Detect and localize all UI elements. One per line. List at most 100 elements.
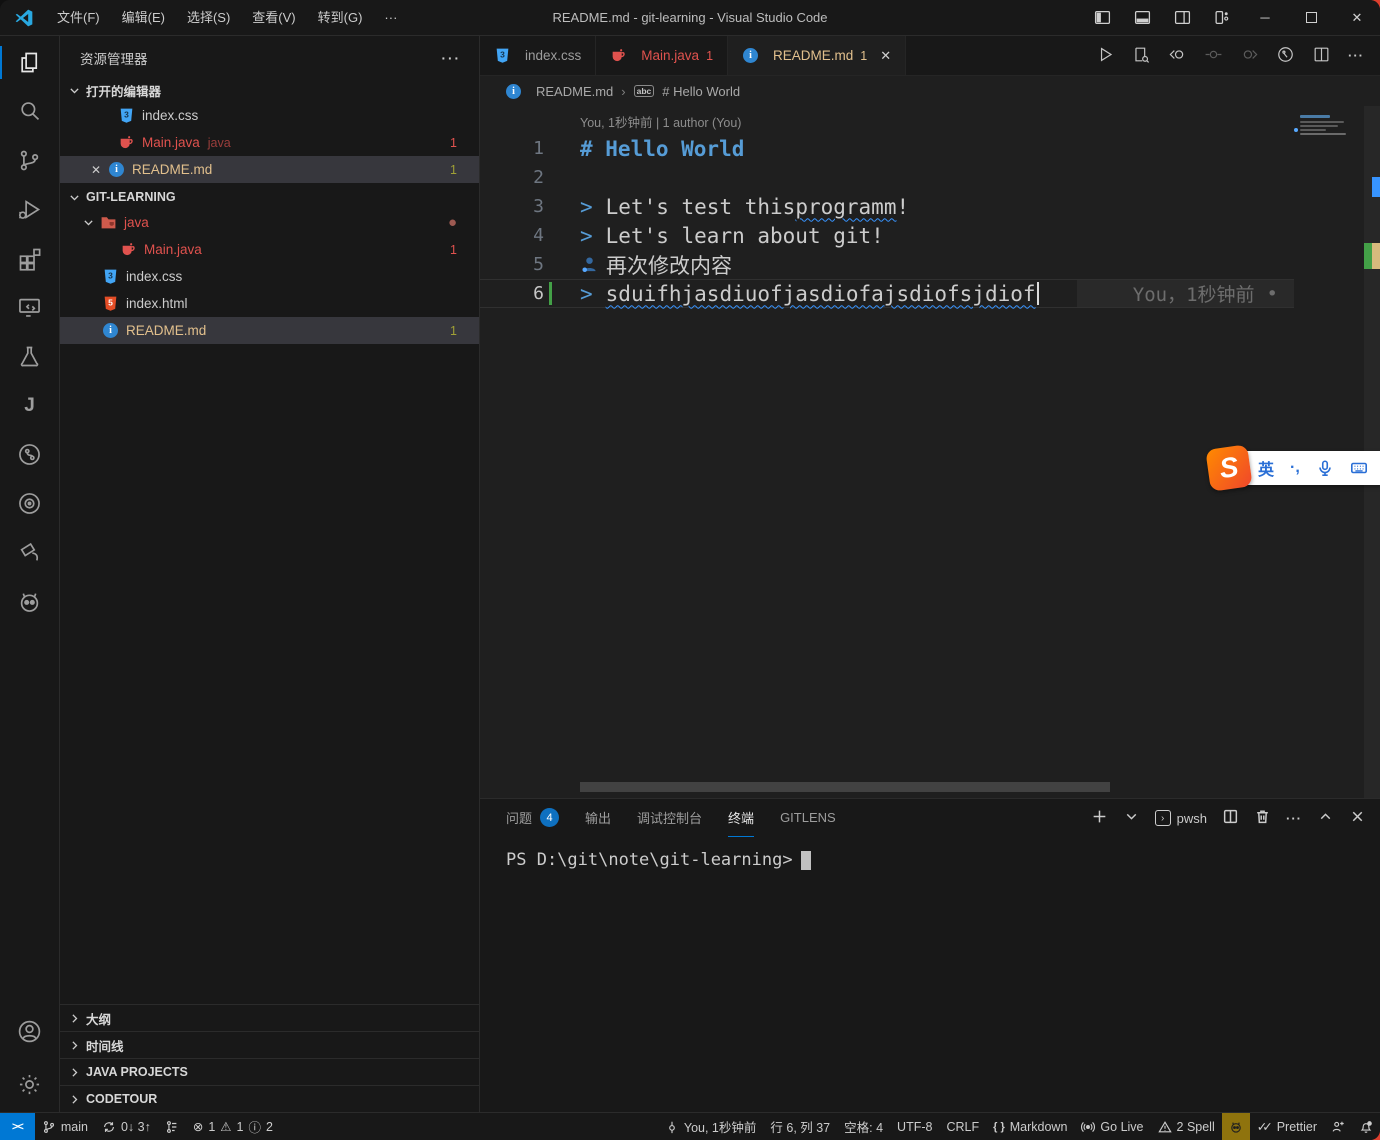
ime-language-mode[interactable]: 英	[1258, 456, 1274, 480]
editor-tabs: 3 index.css Main.java 1 i README.md 1 ✕	[480, 36, 1380, 76]
panel-tab-output[interactable]: 输出	[585, 799, 611, 837]
cursor-position-item[interactable]: 行 6, 列 37	[763, 1113, 837, 1140]
menu-more[interactable]: ···	[373, 5, 408, 31]
run-button-icon[interactable]	[1096, 45, 1115, 67]
new-terminal-icon[interactable]	[1091, 808, 1108, 828]
settings-button[interactable]	[0, 1056, 59, 1112]
go-live-item[interactable]: Go Live	[1074, 1113, 1150, 1140]
notifications-item[interactable]	[1352, 1113, 1380, 1140]
open-editor-readme-md[interactable]: ✕ i README.md 1	[60, 156, 479, 183]
gitlens-next-change-icon[interactable]	[1240, 45, 1259, 67]
terminal-shell-item[interactable]: › pwsh	[1155, 810, 1207, 826]
toggle-secondary-sidebar-icon[interactable]	[1162, 9, 1202, 26]
activity-ai-assistant[interactable]	[0, 577, 59, 626]
debug-icon	[16, 196, 43, 223]
workspace-root[interactable]: GIT-LEARNING	[60, 185, 479, 209]
ime-punctuation-mode[interactable]: ·,	[1290, 459, 1300, 477]
menu-goto[interactable]: 转到(G)	[307, 5, 374, 31]
chevron-right-icon	[66, 1064, 82, 1080]
tab-readme-md[interactable]: i README.md 1 ✕	[728, 36, 906, 75]
maximize-panel-icon[interactable]	[1317, 808, 1334, 828]
git-sync-item[interactable]: 0↓ 3↑	[95, 1113, 158, 1140]
spell-checker-item[interactable]: 2 Spell	[1151, 1113, 1222, 1140]
sogou-logo-icon[interactable]: S	[1205, 444, 1252, 491]
accounts-button[interactable]	[0, 1007, 59, 1056]
gitlens-prev-change-icon[interactable]	[1168, 45, 1187, 67]
breadcrumb[interactable]: i README.md › abc # Hello World	[480, 76, 1380, 106]
activity-explorer[interactable]	[0, 38, 59, 87]
prettier-item[interactable]: ✓✓ Prettier	[1250, 1113, 1324, 1140]
problems-status-item[interactable]: ⊗1 ⚠1 ⓘ2	[186, 1113, 280, 1140]
tab-index-css[interactable]: 3 index.css	[480, 36, 596, 75]
toggle-sidebar-icon[interactable]	[1082, 9, 1122, 26]
panel-tab-terminal[interactable]: 终端	[728, 799, 754, 837]
customize-layout-icon[interactable]	[1202, 9, 1242, 26]
gitlens-status-item[interactable]	[158, 1113, 186, 1140]
activity-codetour[interactable]	[0, 479, 59, 528]
gitlens-graph-icon[interactable]	[1276, 45, 1295, 67]
terminal-output[interactable]: PS D:\git\note\git-learning>	[480, 837, 1380, 870]
open-editor-main-java[interactable]: Main.java java 1	[60, 129, 479, 156]
terminal-dropdown-icon[interactable]	[1123, 808, 1140, 828]
close-panel-icon[interactable]	[1349, 808, 1366, 828]
codetour-icon	[16, 490, 43, 517]
indentation-item[interactable]: 空格: 4	[837, 1113, 890, 1140]
panel-tab-problems[interactable]: 问题 4	[506, 799, 559, 837]
section-java-projects[interactable]: JAVA PROJECTS	[60, 1058, 479, 1085]
activity-run-debug[interactable]	[0, 185, 59, 234]
microphone-icon[interactable]	[1316, 459, 1334, 477]
open-editors-header[interactable]: 打开的编辑器	[60, 78, 479, 102]
close-icon[interactable]: ✕	[88, 163, 104, 177]
activity-remote-explorer[interactable]	[0, 283, 59, 332]
close-icon[interactable]: ✕	[880, 48, 891, 64]
explorer-more-actions-icon[interactable]: ···	[442, 51, 462, 66]
css-file-icon: 3	[102, 268, 119, 285]
section-timeline[interactable]: 时间线	[60, 1031, 479, 1058]
language-mode-item[interactable]: { } Markdown	[986, 1113, 1074, 1140]
minimize-button[interactable]: ─	[1242, 0, 1288, 35]
ai-assistant-status-item[interactable]	[1222, 1113, 1250, 1140]
tree-file-index-css[interactable]: 3 index.css	[60, 263, 479, 290]
tree-file-readme-md[interactable]: i README.md 1	[60, 317, 479, 344]
tree-file-index-html[interactable]: 5 index.html	[60, 290, 479, 317]
section-codetour[interactable]: CODETOUR	[60, 1085, 479, 1112]
menu-file[interactable]: 文件(F)	[46, 5, 111, 31]
menu-view[interactable]: 查看(V)	[241, 5, 306, 31]
panel-tab-gitlens[interactable]: GITLENS	[780, 799, 836, 837]
panel-more-icon[interactable]: ···	[1286, 811, 1302, 826]
activity-source-control[interactable]	[0, 136, 59, 185]
blame-status-item[interactable]: You, 1秒钟前	[658, 1113, 764, 1140]
eol-item[interactable]: CRLF	[939, 1113, 986, 1140]
keyboard-icon[interactable]	[1350, 459, 1368, 477]
activity-java-projects[interactable]: J	[0, 381, 59, 430]
split-editor-icon[interactable]	[1312, 45, 1331, 67]
css-file-icon: 3	[118, 107, 135, 124]
close-button[interactable]: ✕	[1334, 0, 1380, 35]
activity-tour-pour[interactable]	[0, 528, 59, 577]
menu-edit[interactable]: 编辑(E)	[111, 5, 176, 31]
activity-search[interactable]	[0, 87, 59, 136]
activity-gitlens[interactable]	[0, 430, 59, 479]
encoding-item[interactable]: UTF-8	[890, 1113, 939, 1140]
panel-tab-debug-console[interactable]: 调试控制台	[637, 799, 702, 837]
feedback-item[interactable]	[1324, 1113, 1352, 1140]
gitlens-change-icon[interactable]	[1204, 45, 1223, 67]
split-terminal-icon[interactable]	[1222, 808, 1239, 828]
activity-extensions[interactable]	[0, 234, 59, 283]
tree-file-main-java[interactable]: Main.java 1	[60, 236, 479, 263]
tree-folder-java[interactable]: java ●	[60, 209, 479, 236]
maximize-button[interactable]	[1288, 0, 1334, 35]
open-editor-index-css[interactable]: 3 index.css	[60, 102, 479, 129]
markdown-preview-icon[interactable]	[1132, 45, 1151, 67]
more-actions-icon[interactable]: ···	[1348, 48, 1364, 63]
toggle-panel-icon[interactable]	[1122, 9, 1162, 26]
menu-selection[interactable]: 选择(S)	[176, 5, 241, 31]
kill-terminal-icon[interactable]	[1254, 808, 1271, 828]
section-outline[interactable]: 大纲	[60, 1004, 479, 1031]
activity-testing[interactable]	[0, 332, 59, 381]
horizontal-scrollbar[interactable]	[580, 782, 1110, 792]
remote-indicator[interactable]: ><	[0, 1113, 35, 1140]
tab-main-java[interactable]: Main.java 1	[596, 36, 728, 75]
codelens-blame[interactable]: You, 1秒钟前 | 1 author (You)	[580, 113, 1294, 134]
git-branch-item[interactable]: main	[35, 1113, 95, 1140]
